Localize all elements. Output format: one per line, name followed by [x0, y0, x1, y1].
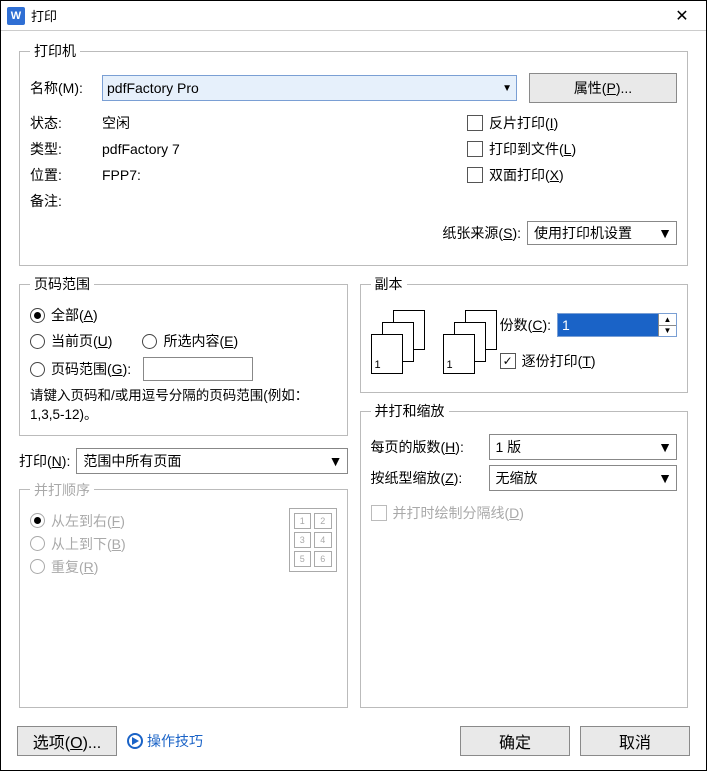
chevron-down-icon: ▼ [502, 83, 512, 94]
tips-label: 操作技巧 [147, 731, 203, 751]
collate-checkbox[interactable]: ✓ 逐份打印(T) [500, 351, 677, 371]
properties-button[interactable]: 属性(P)... [529, 73, 677, 103]
radio-selection[interactable]: 所选内容(E) [142, 331, 238, 351]
copies-legend: 副本 [371, 274, 407, 294]
radio-icon [30, 334, 45, 349]
window-title: 打印 [31, 6, 660, 25]
type-value: pdfFactory 7 [102, 141, 467, 157]
ok-button[interactable]: 确定 [460, 726, 570, 756]
print-what-combo[interactable]: 范围中所有页面 ▼ [76, 448, 347, 474]
radio-all[interactable]: 全部(A) [30, 305, 337, 325]
page-range-legend: 页码范围 [30, 274, 94, 294]
radio-icon [30, 362, 45, 377]
copies-value: 1 [558, 314, 658, 336]
radio-icon [30, 308, 45, 323]
checkbox-icon [371, 505, 387, 521]
tips-link[interactable]: 操作技巧 [127, 731, 203, 751]
scale-combo[interactable]: 无缩放 ▼ [489, 465, 678, 491]
checkbox-icon [467, 141, 483, 157]
checkbox-icon [467, 167, 483, 183]
duplex-checkbox[interactable]: 双面打印(X) [467, 165, 677, 185]
titlebar: W 打印 ✕ [1, 1, 706, 31]
radio-tb: 从上到下(B) [30, 534, 289, 554]
options-button[interactable]: 选项(O)... [17, 726, 117, 756]
radio-lr: 从左到右(F) [30, 511, 289, 531]
checkbox-icon: ✓ [500, 353, 516, 369]
radio-icon [30, 536, 45, 551]
where-label: 位置: [30, 165, 102, 185]
close-button[interactable]: ✕ [660, 2, 704, 30]
status-value: 空闲 [102, 113, 467, 133]
copies-group: 副本 321 321 份数(C): [360, 274, 689, 393]
tofile-checkbox[interactable]: 打印到文件(L) [467, 139, 677, 159]
printer-group: 打印机 名称(M): pdfFactory Pro ▼ 属性(P)... 状态:… [19, 41, 688, 266]
status-label: 状态: [30, 113, 102, 133]
paper-source-label: 纸张来源(S): [442, 223, 521, 243]
radio-icon [142, 334, 157, 349]
separator-checkbox: 并打时绘制分隔线(D) [371, 503, 678, 523]
page-range-hint: 请键入页码和/或用逗号分隔的页码范围(例如：1,3,5-12)。 [30, 387, 337, 425]
scale-value: 无缩放 [496, 468, 538, 488]
order-legend: 并打顺序 [30, 480, 94, 500]
radio-icon [30, 513, 45, 528]
dialog-footer: 选项(O)... 操作技巧 确定 取消 [1, 716, 706, 770]
cancel-button[interactable]: 取消 [580, 726, 690, 756]
printer-name-combo[interactable]: pdfFactory Pro ▼ [102, 75, 517, 101]
pages-per-label: 每页的版数(H): [371, 437, 483, 457]
print-dialog: W 打印 ✕ 打印机 名称(M): pdfFactory Pro ▼ 属性(P)… [0, 0, 707, 771]
where-value: FPP7: [102, 167, 467, 183]
scale-label: 按纸型缩放(Z): [371, 468, 483, 488]
page-range-group: 页码范围 全部(A) 当前页(U) 所选内容(E) [19, 274, 348, 436]
nup-order-icon: 123456 [289, 508, 337, 572]
radio-repeat: 重复(R) [30, 557, 289, 577]
name-label: 名称(M): [30, 78, 102, 98]
copies-spinner[interactable]: 1 ▲▼ [557, 313, 677, 337]
paper-source-combo[interactable]: 使用打印机设置 ▼ [527, 221, 677, 245]
radio-icon [30, 559, 45, 574]
play-icon [127, 733, 143, 749]
order-group: 并打顺序 从左到右(F) 从上到下(B) [19, 480, 348, 708]
app-icon: W [7, 7, 25, 25]
radio-range[interactable]: 页码范围(G): [30, 357, 337, 381]
type-label: 类型: [30, 139, 102, 159]
checkbox-icon [467, 115, 483, 131]
collate-illustration: 321 321 [371, 310, 497, 374]
print-what-value: 范围中所有页面 [83, 451, 181, 471]
copies-label: 份数(C): [500, 315, 551, 335]
comment-label: 备注: [30, 191, 102, 211]
page-range-input[interactable] [143, 357, 253, 381]
pages-per-combo[interactable]: 1 版 ▼ [489, 434, 678, 460]
zoom-group: 并打和缩放 每页的版数(H): 1 版 ▼ 按纸型缩放(Z): 无缩放 ▼ [360, 401, 689, 708]
spinner-buttons[interactable]: ▲▼ [658, 314, 676, 336]
chevron-down-icon: ▼ [329, 453, 343, 469]
mirror-checkbox[interactable]: 反片打印(I) [467, 113, 677, 133]
zoom-legend: 并打和缩放 [371, 401, 449, 421]
printer-legend: 打印机 [30, 41, 80, 61]
print-what-label: 打印(N): [19, 451, 70, 471]
printer-name-value: pdfFactory Pro [107, 80, 199, 96]
chevron-down-icon: ▼ [658, 225, 672, 241]
paper-source-value: 使用打印机设置 [534, 223, 632, 243]
radio-current[interactable]: 当前页(U) [30, 331, 112, 351]
chevron-down-icon: ▼ [658, 470, 672, 486]
chevron-down-icon: ▼ [658, 439, 672, 455]
pages-per-value: 1 版 [496, 437, 522, 457]
